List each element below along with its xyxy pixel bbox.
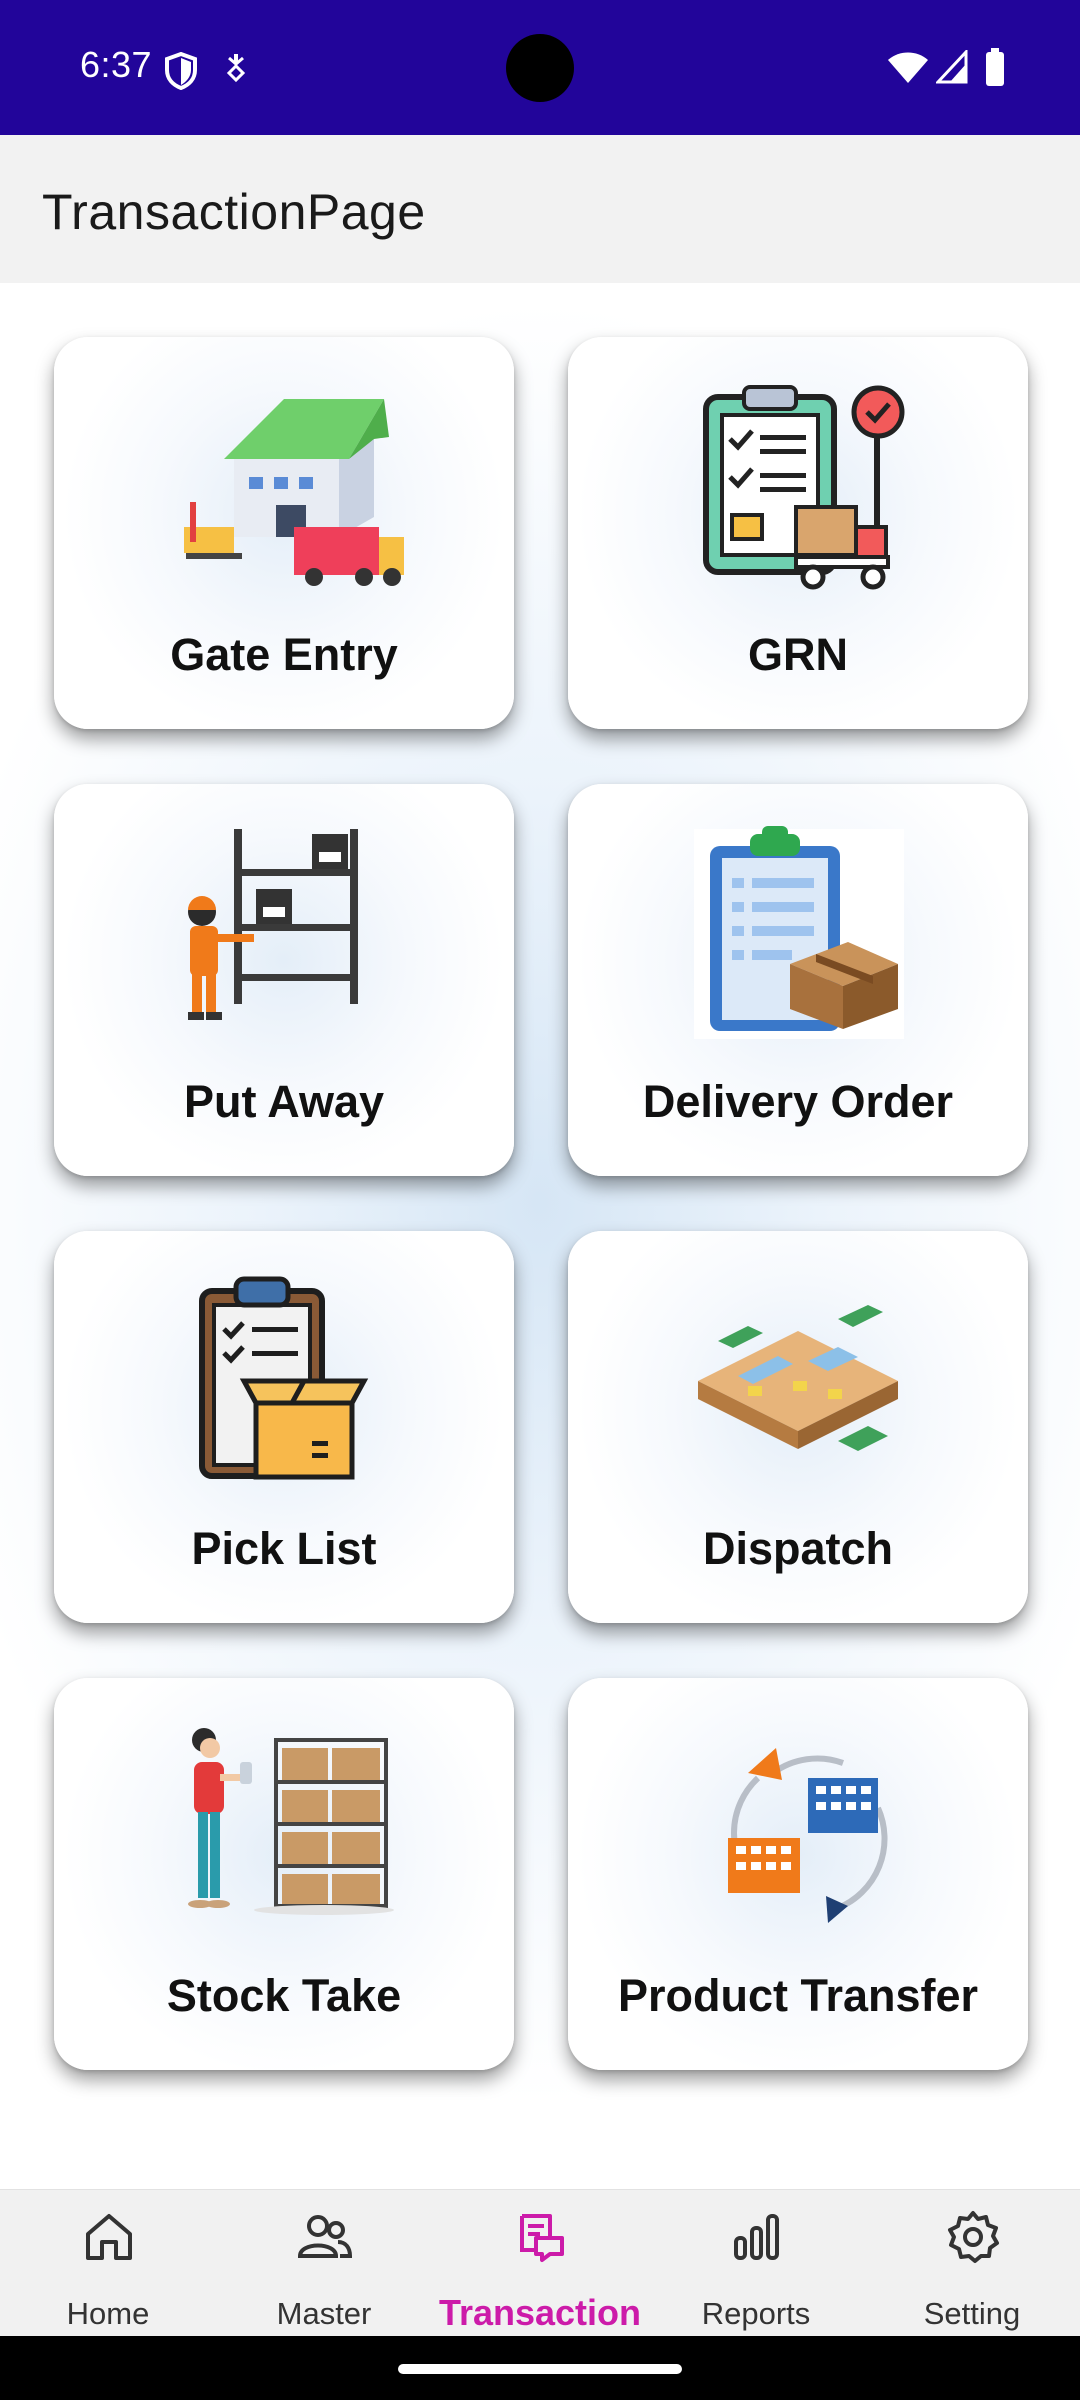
stock-take-person-shelf-icon xyxy=(188,1728,394,1915)
nav-setting[interactable]: Setting xyxy=(864,2190,1080,2337)
tile-label: Delivery Order xyxy=(642,1076,954,1127)
transaction-icon xyxy=(520,2214,564,2262)
dispatch-warehouse-icon xyxy=(698,1305,898,1451)
order-clipboard-box-icon xyxy=(694,826,904,1039)
home-gesture-handle[interactable] xyxy=(398,2364,682,2374)
tile-gate-entry[interactable]: Gate Entry xyxy=(54,337,514,729)
nav-transaction[interactable]: Transaction xyxy=(432,2190,648,2337)
nav-home[interactable]: Home xyxy=(0,2190,216,2337)
tile-label: Stock Take xyxy=(166,1970,402,2021)
gesture-bar xyxy=(0,2336,1080,2400)
signal-icon xyxy=(936,50,968,84)
nav-label: Home xyxy=(66,2296,150,2331)
status-time: 6:37 xyxy=(80,44,153,85)
nav-label: Setting xyxy=(923,2296,1021,2331)
tile-label: Pick List xyxy=(191,1523,377,1574)
wifi-icon xyxy=(888,52,928,83)
tile-grn[interactable]: GRN xyxy=(568,337,1028,729)
worker-shelf-icon xyxy=(188,829,358,1020)
tile-label: Gate Entry xyxy=(170,629,398,680)
nav-label: Reports xyxy=(701,2296,811,2331)
tile-dispatch[interactable]: Dispatch xyxy=(568,1231,1028,1623)
tile-label: Put Away xyxy=(183,1076,385,1127)
warehouse-truck-icon xyxy=(184,399,404,586)
buildings-transfer-icon xyxy=(728,1748,888,1923)
home-icon xyxy=(86,2214,132,2260)
tile-label: Product Transfer xyxy=(617,1970,979,2021)
tile-delivery-order[interactable]: Delivery Order xyxy=(568,784,1028,1176)
tile-put-away[interactable]: Put Away xyxy=(54,784,514,1176)
tile-product-transfer[interactable]: Product Transfer xyxy=(568,1678,1028,2070)
app-bar: TransactionPage xyxy=(0,135,1080,283)
tile-label: Dispatch xyxy=(702,1523,894,1574)
gear-icon xyxy=(948,2211,999,2263)
hotspot-icon xyxy=(226,54,246,83)
nav-label: Master xyxy=(276,2296,372,2331)
page-title: TransactionPage xyxy=(42,184,426,240)
bottom-nav: Home Master Transaction Reports Setting xyxy=(0,2189,1080,2336)
tile-stock-take[interactable]: Stock Take xyxy=(54,1678,514,2070)
picklist-clipboard-box-icon xyxy=(199,1276,369,1480)
nav-reports[interactable]: Reports xyxy=(648,2190,864,2337)
nav-label: Transaction xyxy=(438,2292,642,2333)
tile-label: GRN xyxy=(748,629,848,680)
shield-icon xyxy=(165,52,197,90)
nav-master[interactable]: Master xyxy=(216,2190,432,2337)
clipboard-checklist-icon xyxy=(703,385,905,590)
bar-chart-icon xyxy=(734,2214,779,2260)
users-icon xyxy=(298,2215,352,2258)
status-bar: 6:37 xyxy=(0,0,1080,135)
front-camera xyxy=(506,34,574,102)
tile-pick-list[interactable]: Pick List xyxy=(54,1231,514,1623)
battery-icon xyxy=(986,48,1004,86)
